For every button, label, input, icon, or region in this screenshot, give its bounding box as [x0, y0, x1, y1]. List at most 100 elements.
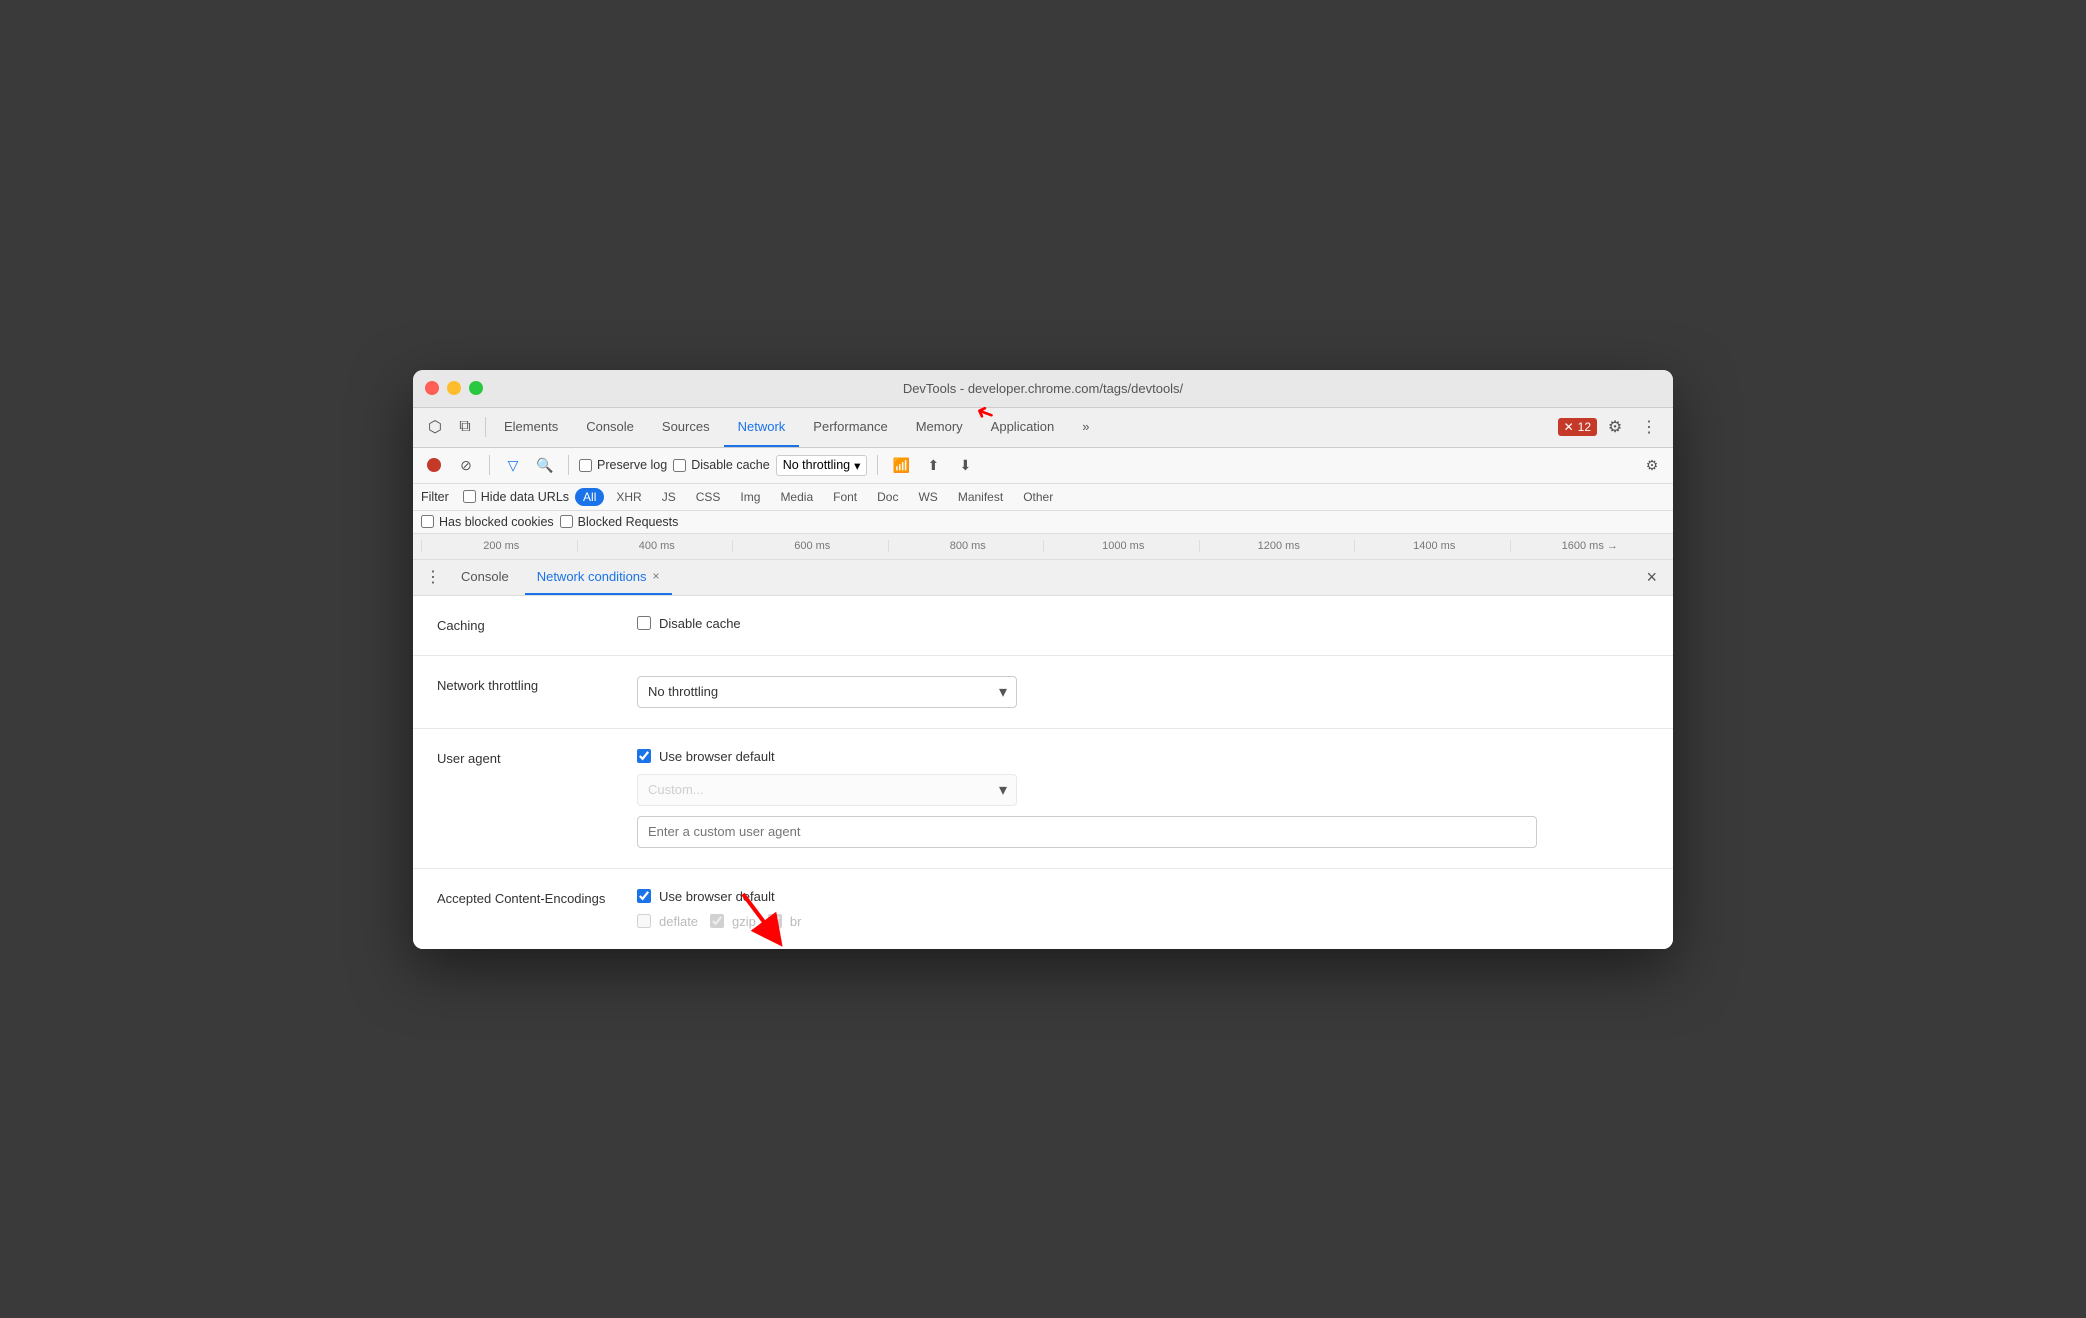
br-checkbox[interactable]: [768, 914, 782, 928]
filter-icon[interactable]: ▽: [500, 452, 526, 478]
clear-button[interactable]: ⊘: [453, 452, 479, 478]
filter-js[interactable]: JS: [654, 488, 684, 506]
ruler-800: 800 ms: [888, 540, 1044, 552]
maximize-button[interactable]: [469, 381, 483, 395]
divider: [489, 455, 490, 475]
preserve-log-checkbox[interactable]: [579, 459, 592, 472]
disable-cache-row[interactable]: Disable cache: [637, 616, 1649, 631]
more-icon[interactable]: ⋮: [1635, 413, 1663, 441]
error-badge[interactable]: ✕ 12: [1558, 418, 1597, 436]
content-encodings-section: Accepted Content-Encodings Use browser d…: [413, 869, 1673, 949]
filter-xhr[interactable]: XHR: [608, 488, 649, 506]
throttling-content: No throttling Fast 3G Slow 3G Offline: [637, 676, 1649, 708]
filter-other[interactable]: Other: [1015, 488, 1061, 506]
panel-tab-bar: ⋮ Console Network conditions × ×: [413, 560, 1673, 596]
custom-ua-select-wrapper[interactable]: Custom...: [637, 774, 1017, 806]
disable-cache-label[interactable]: Disable cache: [673, 458, 770, 472]
content-encodings-content: Use browser default deflate gzip: [637, 889, 1649, 929]
wifi-icon[interactable]: 📶: [888, 452, 914, 478]
record-circle: [427, 458, 441, 472]
titlebar: DevTools - developer.chrome.com/tags/dev…: [413, 370, 1673, 408]
search-icon[interactable]: 🔍: [532, 452, 558, 478]
minimize-button[interactable]: [447, 381, 461, 395]
disable-cache-checkbox[interactable]: [673, 459, 686, 472]
tab-elements[interactable]: Elements: [490, 408, 572, 447]
tab-application[interactable]: Application: [977, 408, 1069, 447]
disable-cache-nc-checkbox[interactable]: [637, 616, 651, 630]
filter-type-tags: All XHR JS CSS Img Media Font Doc WS Man…: [575, 488, 1061, 506]
tab-close-icon[interactable]: ×: [653, 569, 660, 583]
encodings-checkboxes-row: deflate gzip br: [637, 914, 1649, 929]
gzip-label[interactable]: gzip: [710, 914, 756, 929]
divider2: [568, 455, 569, 475]
user-agent-label: User agent: [437, 749, 637, 766]
filter-label: Filter: [421, 490, 449, 504]
filter-manifest[interactable]: Manifest: [950, 488, 1011, 506]
has-blocked-cookies-checkbox[interactable]: [421, 515, 434, 528]
panel-more-icon[interactable]: ⋮: [421, 565, 445, 589]
filter-img[interactable]: Img: [732, 488, 768, 506]
throttling-dropdown[interactable]: No throttling Fast 3G Slow 3G Offline: [637, 676, 1017, 708]
ruler-1000: 1000 ms: [1043, 540, 1199, 552]
settings2-icon[interactable]: ⚙: [1639, 452, 1665, 478]
blocked-requests-label[interactable]: Blocked Requests: [560, 515, 679, 529]
window-controls: [425, 381, 483, 395]
custom-ua-dropdown[interactable]: Custom...: [637, 774, 1017, 806]
hide-data-urls-label[interactable]: Hide data URLs: [463, 490, 569, 504]
tab-console[interactable]: Console: [572, 408, 648, 447]
tab-performance[interactable]: Performance: [799, 408, 901, 447]
tab-more[interactable]: »: [1068, 408, 1103, 447]
inspect-icon[interactable]: ⬡: [421, 413, 449, 441]
ruler-1600: 1600 ms →: [1510, 540, 1666, 552]
use-browser-default-checkbox[interactable]: [637, 749, 651, 763]
ruler-1400: 1400 ms: [1354, 540, 1510, 552]
caching-label: Caching: [437, 616, 637, 633]
panel-tab-console[interactable]: Console: [449, 560, 521, 595]
filter-all[interactable]: All: [575, 488, 604, 506]
user-agent-input[interactable]: [637, 816, 1537, 848]
user-agent-section: User agent Use browser default Custom...: [413, 729, 1673, 869]
device-icon[interactable]: ⧉: [451, 413, 479, 441]
throttling-select-wrapper[interactable]: No throttling Fast 3G Slow 3G Offline: [637, 676, 1017, 708]
use-browser-default-enc-checkbox[interactable]: [637, 889, 651, 903]
filter-css[interactable]: CSS: [688, 488, 729, 506]
main-tab-bar: ⬡ ⧉ Elements Console Sources Network Per…: [413, 408, 1673, 448]
has-blocked-cookies-label[interactable]: Has blocked cookies: [421, 515, 554, 529]
use-browser-default-enc-row[interactable]: Use browser default: [637, 889, 1649, 904]
deflate-label[interactable]: deflate: [637, 914, 698, 929]
throttling-section: Network throttling No throttling Fast 3G…: [413, 656, 1673, 729]
deflate-checkbox[interactable]: [637, 914, 651, 928]
filter-ws[interactable]: WS: [910, 488, 945, 506]
caching-section: Caching Disable cache: [413, 596, 1673, 656]
br-label[interactable]: br: [768, 914, 802, 929]
panel-close-button[interactable]: ×: [1638, 567, 1665, 588]
preserve-log-label[interactable]: Preserve log: [579, 458, 667, 472]
ruler-200: 200 ms: [421, 540, 577, 552]
gzip-checkbox[interactable]: [710, 914, 724, 928]
ruler-600: 600 ms: [732, 540, 888, 552]
throttle-select[interactable]: No throttling ▾: [776, 455, 868, 476]
divider: [485, 417, 486, 437]
upload-icon[interactable]: ⬆: [920, 452, 946, 478]
use-browser-default-row[interactable]: Use browser default: [637, 749, 1649, 764]
network-conditions-panel: Caching Disable cache Network throttling…: [413, 596, 1673, 949]
tab-network[interactable]: Network: [724, 408, 800, 447]
filter-doc[interactable]: Doc: [869, 488, 906, 506]
devtools-window: DevTools - developer.chrome.com/tags/dev…: [413, 370, 1673, 949]
content-encodings-label: Accepted Content-Encodings: [437, 889, 637, 906]
throttling-label: Network throttling: [437, 676, 637, 693]
timeline-ruler: 200 ms 400 ms 600 ms 800 ms 1000 ms 1200…: [413, 534, 1673, 560]
filter-bar-2: Has blocked cookies Blocked Requests: [413, 511, 1673, 534]
tab-actions: ✕ 12 ⚙ ⋮: [1558, 413, 1665, 441]
panel-tab-network-conditions[interactable]: Network conditions ×: [525, 560, 672, 595]
record-button[interactable]: [421, 452, 447, 478]
download-icon[interactable]: ⬇: [952, 452, 978, 478]
filter-font[interactable]: Font: [825, 488, 865, 506]
close-button[interactable]: [425, 381, 439, 395]
tab-memory[interactable]: Memory ➜: [902, 408, 977, 447]
settings-icon[interactable]: ⚙: [1601, 413, 1629, 441]
filter-media[interactable]: Media: [772, 488, 821, 506]
hide-data-urls-checkbox[interactable]: [463, 490, 476, 503]
blocked-requests-checkbox[interactable]: [560, 515, 573, 528]
tab-sources[interactable]: Sources: [648, 408, 724, 447]
